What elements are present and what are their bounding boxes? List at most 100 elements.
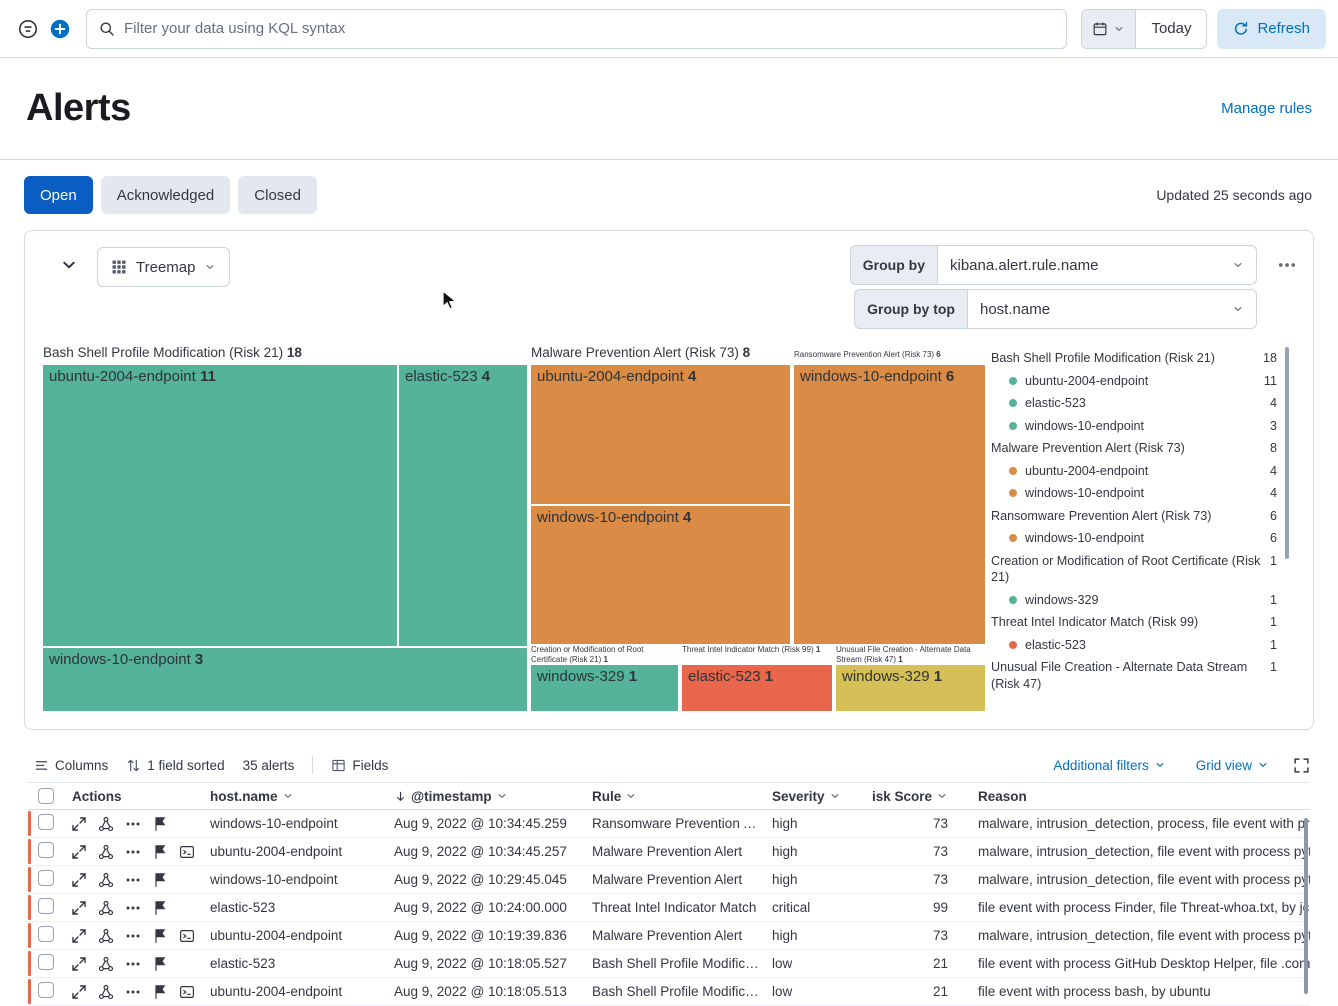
table-header-row: Actions host.name @timestamp Rule Severi… bbox=[28, 782, 1310, 810]
saved-query-menu-button[interactable] bbox=[18, 19, 38, 39]
cell-severity: high bbox=[772, 844, 872, 859]
expand-alert-icon[interactable] bbox=[71, 956, 87, 972]
group-by-select[interactable]: kibana.alert.rule.name bbox=[937, 245, 1257, 285]
chevron-down-icon bbox=[829, 790, 841, 802]
tab-acknowledged[interactable]: Acknowledged bbox=[101, 176, 231, 214]
chevron-down-icon bbox=[496, 790, 508, 802]
legend-dot-icon bbox=[1009, 467, 1017, 475]
treemap-cell[interactable]: elastic-523 1 bbox=[682, 665, 832, 711]
more-actions-icon[interactable] bbox=[125, 956, 141, 972]
collapse-chart-button[interactable] bbox=[59, 255, 79, 275]
legend-item[interactable]: elastic-5231 bbox=[991, 634, 1277, 657]
open-session-view-icon[interactable] bbox=[179, 984, 195, 1000]
alert-row: ubuntu-2004-endpointAug 9, 2022 @ 10:19:… bbox=[28, 922, 1310, 950]
table-body: windows-10-endpointAug 9, 2022 @ 10:34:4… bbox=[28, 810, 1310, 1006]
select-all-checkbox[interactable] bbox=[38, 788, 54, 804]
row-checkbox[interactable] bbox=[38, 954, 54, 970]
treemap-cell[interactable]: windows-329 1 bbox=[836, 665, 985, 711]
row-checkbox[interactable] bbox=[38, 982, 54, 998]
col-header-severity[interactable]: Severity bbox=[772, 789, 872, 804]
treemap-cell[interactable]: windows-10-endpoint 3 bbox=[43, 648, 527, 711]
kql-search-input[interactable]: Filter your data using KQL syntax bbox=[86, 9, 1067, 49]
chart-type-select[interactable]: Treemap bbox=[97, 247, 230, 287]
manage-rules-link[interactable]: Manage rules bbox=[1221, 100, 1312, 117]
expand-alert-icon[interactable] bbox=[71, 872, 87, 888]
legend-item[interactable]: windows-10-endpoint4 bbox=[991, 482, 1277, 505]
fullscreen-button[interactable] bbox=[1293, 757, 1310, 774]
today-button[interactable]: Today bbox=[1136, 10, 1206, 48]
more-actions-icon[interactable] bbox=[125, 900, 141, 916]
severity-stripe bbox=[28, 867, 31, 892]
expand-alert-icon[interactable] bbox=[71, 844, 87, 860]
more-actions-icon[interactable] bbox=[125, 816, 141, 832]
tab-open[interactable]: Open bbox=[24, 176, 93, 214]
analyze-event-icon[interactable] bbox=[98, 984, 114, 1000]
open-session-view-icon[interactable] bbox=[179, 844, 195, 860]
columns-button[interactable]: Columns bbox=[28, 758, 114, 773]
legend-item[interactable]: windows-10-endpoint6 bbox=[991, 527, 1277, 550]
panel-options-button[interactable] bbox=[1277, 255, 1297, 275]
treemap-cell[interactable]: elastic-523 4 bbox=[399, 365, 527, 646]
investigate-in-timeline-icon[interactable] bbox=[152, 928, 168, 944]
analyze-event-icon[interactable] bbox=[98, 956, 114, 972]
date-picker-button[interactable] bbox=[1082, 10, 1136, 48]
legend-scrollbar[interactable] bbox=[1285, 347, 1289, 711]
col-header-rule[interactable]: Rule bbox=[592, 789, 772, 804]
col-header-timestamp[interactable]: @timestamp bbox=[394, 789, 592, 804]
expand-alert-icon[interactable] bbox=[71, 928, 87, 944]
grid-view-button[interactable]: Grid view bbox=[1190, 757, 1275, 774]
investigate-in-timeline-icon[interactable] bbox=[152, 984, 168, 1000]
analyze-event-icon[interactable] bbox=[98, 844, 114, 860]
cell-reason: malware, intrusion_detection, file event… bbox=[962, 872, 1310, 887]
legend-item[interactable]: windows-10-endpoint3 bbox=[991, 415, 1277, 438]
add-filter-button[interactable] bbox=[50, 19, 70, 39]
more-actions-icon[interactable] bbox=[125, 928, 141, 944]
row-checkbox[interactable] bbox=[38, 898, 54, 914]
row-checkbox[interactable] bbox=[38, 870, 54, 886]
grid-icon bbox=[111, 259, 127, 275]
investigate-in-timeline-icon[interactable] bbox=[152, 816, 168, 832]
col-header-host-name[interactable]: host.name bbox=[210, 789, 394, 804]
legend-value: 1 bbox=[1270, 553, 1277, 570]
chevron-down-icon bbox=[282, 790, 294, 802]
investigate-in-timeline-icon[interactable] bbox=[152, 872, 168, 888]
treemap-cell[interactable]: windows-10-endpoint 6 bbox=[794, 365, 985, 644]
treemap-cell[interactable]: windows-329 1 bbox=[531, 665, 678, 711]
refresh-button[interactable]: Refresh bbox=[1217, 9, 1326, 49]
expand-alert-icon[interactable] bbox=[71, 900, 87, 916]
fields-button[interactable]: Fields bbox=[325, 758, 394, 773]
legend-item[interactable]: elastic-5234 bbox=[991, 392, 1277, 415]
analyze-event-icon[interactable] bbox=[98, 872, 114, 888]
tab-closed[interactable]: Closed bbox=[238, 176, 317, 214]
treemap-cell[interactable]: windows-10-endpoint 4 bbox=[531, 506, 790, 644]
sort-fields-button[interactable]: 1 field sorted bbox=[120, 758, 230, 773]
analyze-event-icon[interactable] bbox=[98, 900, 114, 916]
expand-alert-icon[interactable] bbox=[71, 816, 87, 832]
treemap-cell[interactable]: ubuntu-2004-endpoint 11 bbox=[43, 365, 397, 646]
grid-scrollbar[interactable] bbox=[1304, 818, 1308, 994]
open-session-view-icon[interactable] bbox=[179, 928, 195, 944]
row-checkbox[interactable] bbox=[38, 842, 54, 858]
more-actions-icon[interactable] bbox=[125, 872, 141, 888]
more-actions-icon[interactable] bbox=[125, 984, 141, 1000]
cell-rule: Threat Intel Indicator Match bbox=[592, 900, 772, 915]
legend-item[interactable]: ubuntu-2004-endpoint4 bbox=[991, 460, 1277, 483]
analyze-event-icon[interactable] bbox=[98, 928, 114, 944]
row-checkbox[interactable] bbox=[38, 926, 54, 942]
col-header-risk-score[interactable]: Risk Score bbox=[872, 789, 962, 804]
legend-item[interactable]: ubuntu-2004-endpoint11 bbox=[991, 370, 1277, 393]
treemap-cell[interactable]: ubuntu-2004-endpoint 4 bbox=[531, 365, 790, 504]
analyze-event-icon[interactable] bbox=[98, 816, 114, 832]
legend-item[interactable]: windows-3291 bbox=[991, 589, 1277, 612]
more-actions-icon[interactable] bbox=[125, 844, 141, 860]
expand-alert-icon[interactable] bbox=[71, 984, 87, 1000]
row-checkbox[interactable] bbox=[38, 814, 54, 830]
treemap-group-label: Threat Intel Indicator Match (Risk 99) 1 bbox=[682, 645, 832, 655]
scrollbar-thumb[interactable] bbox=[1285, 347, 1289, 559]
group-by-top-select[interactable]: host.name bbox=[967, 289, 1257, 329]
investigate-in-timeline-icon[interactable] bbox=[152, 844, 168, 860]
alert-row: windows-10-endpointAug 9, 2022 @ 10:29:4… bbox=[28, 866, 1310, 894]
investigate-in-timeline-icon[interactable] bbox=[152, 956, 168, 972]
additional-filters-button[interactable]: Additional filters bbox=[1047, 757, 1171, 774]
investigate-in-timeline-icon[interactable] bbox=[152, 900, 168, 916]
